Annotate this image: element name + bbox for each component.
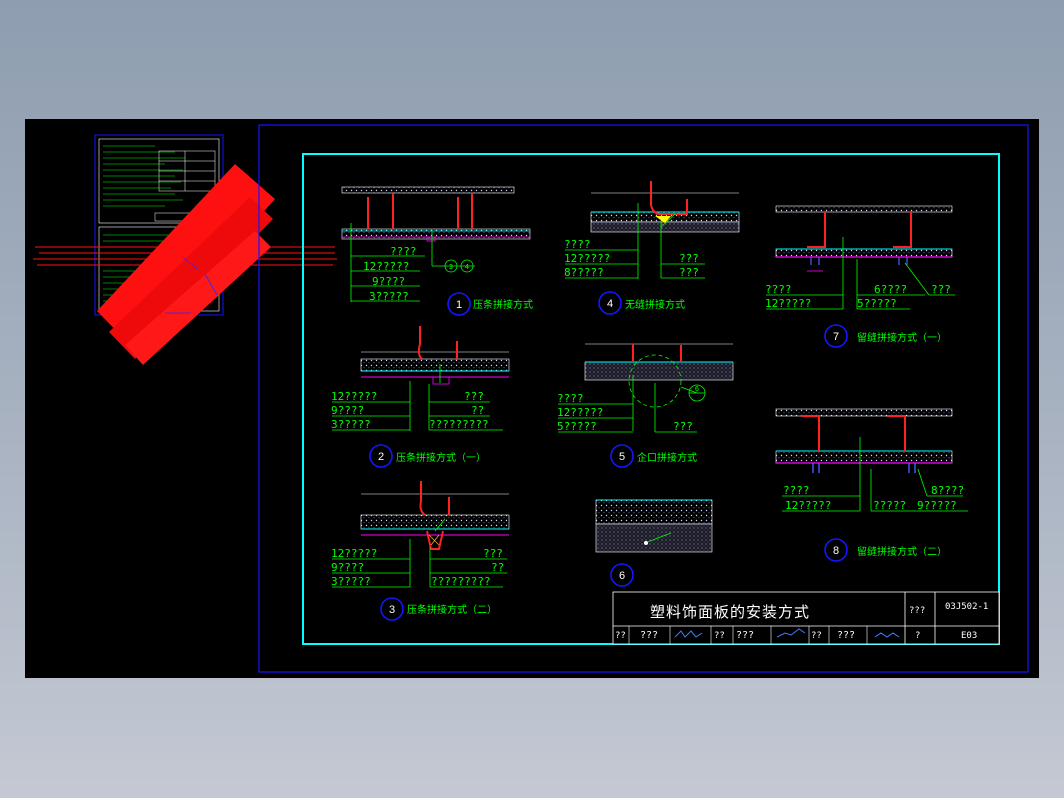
detail-1[interactable]: 3 4 ???? 12????? 9???? 3????? 1 压条拼接方式	[341, 186, 533, 316]
note-text: 12?????	[363, 260, 409, 273]
detail-number: 1	[456, 299, 462, 311]
detail-number: 2	[378, 451, 384, 463]
note-text: 8?????	[564, 266, 604, 279]
note-text: ????	[765, 283, 792, 296]
detail-5[interactable]: 6 ???? 12????? 5????? ??? 5 企口拼接方式	[557, 343, 734, 468]
title-block-label: ?	[915, 631, 920, 641]
cad-viewport[interactable]: 3 4 ???? 12????? 9???? 3????? 1 压条拼接方式 1…	[25, 119, 1039, 678]
note-text: 3?????	[331, 575, 371, 588]
detail-7[interactable]: ???? 12????? 6???? 5????? ??? 7 留缝拼接方式（一…	[765, 205, 955, 348]
note-text: ?????????	[431, 575, 491, 588]
note-text: ???	[464, 390, 484, 403]
detail-number: 7	[833, 331, 839, 343]
note-text: ???	[931, 283, 951, 296]
note-text: 5?????	[857, 297, 897, 310]
note-text: ???	[679, 252, 699, 265]
drawing-title: 塑料饰面板的安装方式	[650, 603, 810, 621]
note-text: 3?????	[331, 418, 371, 431]
note-text: 9????	[331, 561, 364, 574]
note-text: 3?????	[369, 290, 409, 303]
detail-4[interactable]: ???? 12????? 8????? ??? ??? 4 无缝拼接方式	[564, 181, 740, 315]
note-text: 12?????	[557, 406, 603, 419]
detail-caption: 无缝拼接方式	[625, 298, 685, 311]
detail-number: 3	[389, 604, 395, 616]
title-block-label: ???	[736, 630, 754, 641]
note-text: ??	[491, 561, 504, 574]
detail-6[interactable]: 6	[595, 499, 713, 587]
note-text: ????	[557, 392, 584, 405]
title-block-label: ??	[714, 631, 725, 641]
note-text: 9?????	[917, 499, 957, 512]
note-text: 12?????	[331, 390, 377, 403]
note-text: 12?????	[785, 499, 831, 512]
note-text: ????	[564, 238, 591, 251]
callout-label: 4	[465, 263, 469, 271]
detail-number: 6	[619, 570, 625, 582]
page-number: E03	[961, 631, 977, 641]
drawing-canvas: 3 4 ???? 12????? 9???? 3????? 1 压条拼接方式 1…	[33, 124, 1029, 673]
note-text: ?????	[873, 499, 906, 512]
note-text: 5?????	[557, 420, 597, 433]
note-text: 9????	[331, 404, 364, 417]
title-block-label: ??	[811, 631, 822, 641]
detail-caption: 留缝拼接方式（一）	[857, 331, 947, 344]
callout-label: 6	[695, 385, 699, 393]
note-text: 12?????	[765, 297, 811, 310]
note-text: ???	[483, 547, 503, 560]
title-block-label: ???	[909, 606, 925, 616]
note-text: ??	[471, 404, 484, 417]
detail-3[interactable]: 12????? 9???? 3????? ??? ?? ????????? 3 …	[331, 481, 510, 621]
note-text: 6????	[874, 283, 907, 296]
note-text: 8????	[931, 484, 964, 497]
detail-2[interactable]: 12????? 9???? 3????? ??? ?? ????????? 2 …	[331, 326, 510, 468]
title-block-label: ??	[615, 631, 626, 641]
detail-number: 5	[619, 451, 625, 463]
title-block[interactable]: 塑料饰面板的安装方式 ??? 03J502-1 E03 ?? ??? ?? ??…	[612, 591, 1000, 645]
detail-caption: 压条拼接方式（二）	[407, 603, 497, 616]
detail-8[interactable]: ???? 12????? ????? 8???? 9????? 8 留缝拼接方式…	[775, 408, 968, 562]
note-text: ???	[673, 420, 693, 433]
title-block-label: ???	[640, 630, 658, 641]
note-text: 12?????	[564, 252, 610, 265]
note-text: ???	[679, 266, 699, 279]
detail-number: 8	[833, 545, 839, 557]
detail-number: 4	[607, 298, 613, 310]
title-block-label: ???	[837, 630, 855, 641]
note-text: ????	[390, 245, 417, 258]
note-text: 12?????	[331, 547, 377, 560]
detail-caption: 企口拼接方式	[637, 451, 697, 464]
detail-caption: 压条拼接方式（一）	[396, 451, 486, 464]
callout-label: 3	[449, 263, 453, 271]
note-text: 9????	[372, 275, 405, 288]
drawing-code: 03J502-1	[945, 602, 988, 612]
detail-caption: 留缝拼接方式（二）	[857, 545, 947, 558]
note-text: ????	[783, 484, 810, 497]
note-text: ?????????	[429, 418, 489, 431]
detail-caption: 压条拼接方式	[473, 298, 533, 311]
